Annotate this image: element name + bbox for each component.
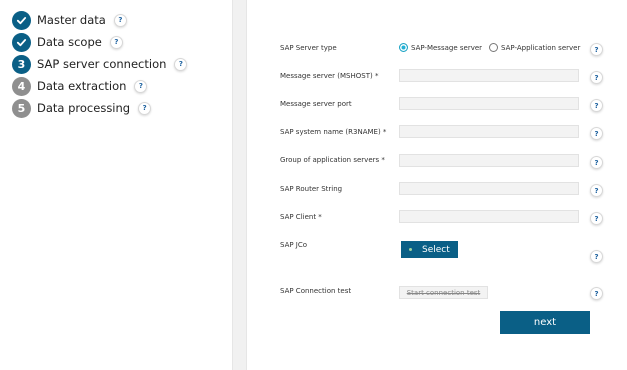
app-server-group-input[interactable] bbox=[399, 154, 579, 167]
question-mark-icon[interactable]: ? bbox=[113, 13, 127, 27]
step-label: Data scope bbox=[37, 35, 102, 49]
question-mark-icon[interactable]: ? bbox=[134, 79, 148, 93]
question-mark-icon[interactable]: ? bbox=[590, 212, 603, 225]
checkmark-icon bbox=[12, 32, 31, 52]
step-data-processing[interactable]: 5 Data processing ? bbox=[12, 98, 152, 118]
step-label: Data processing bbox=[37, 101, 131, 115]
message-server-port-input[interactable] bbox=[399, 97, 579, 110]
select-button[interactable]: Select bbox=[401, 241, 458, 258]
question-mark-icon[interactable]: ? bbox=[590, 127, 603, 140]
step-label: Master data bbox=[37, 13, 106, 27]
question-mark-icon[interactable]: ? bbox=[590, 184, 603, 197]
question-mark-icon[interactable]: ? bbox=[590, 156, 603, 169]
question-mark-icon[interactable]: ? bbox=[590, 99, 603, 112]
connection-test-label: SAP Connection test bbox=[280, 287, 352, 295]
connection-form: SAP Server type SAP-Message server SAP-A… bbox=[247, 0, 627, 370]
step-master-data[interactable]: Master data ? bbox=[12, 10, 127, 30]
question-mark-icon[interactable]: ? bbox=[138, 101, 152, 115]
panel-divider bbox=[233, 0, 247, 370]
question-mark-icon[interactable]: ? bbox=[590, 43, 603, 56]
server-type-radio-group: SAP-Message server SAP-Application serve… bbox=[399, 43, 587, 52]
question-mark-icon[interactable]: ? bbox=[174, 57, 188, 71]
router-string-label: SAP Router String bbox=[280, 185, 343, 193]
radio-label: SAP-Message server bbox=[411, 43, 483, 52]
step-number: 4 bbox=[12, 76, 31, 96]
start-connection-test-button[interactable]: Start connection test bbox=[399, 286, 488, 299]
step-data-scope[interactable]: Data scope ? bbox=[12, 32, 123, 52]
step-number: 5 bbox=[12, 98, 31, 118]
app-server-group-label: Group of application servers * bbox=[280, 156, 385, 164]
step-number: 3 bbox=[12, 54, 31, 74]
mshost-input[interactable] bbox=[399, 69, 579, 82]
sap-client-input[interactable] bbox=[399, 210, 579, 223]
step-label: SAP server connection bbox=[37, 57, 167, 71]
step-sap-server-connection[interactable]: 3 SAP server connection ? bbox=[12, 54, 188, 74]
question-mark-icon[interactable]: ? bbox=[590, 71, 603, 84]
question-mark-icon[interactable]: ? bbox=[109, 35, 123, 49]
jco-label: SAP JCo bbox=[280, 241, 308, 249]
r3name-input[interactable] bbox=[399, 125, 579, 138]
wizard-sidebar: Master data ? Data scope ? 3 SAP server … bbox=[0, 0, 233, 370]
sap-client-label: SAP Client * bbox=[280, 213, 322, 221]
radio-message-server[interactable] bbox=[399, 43, 408, 52]
next-button[interactable]: next bbox=[500, 311, 590, 334]
server-type-label: SAP Server type bbox=[280, 44, 337, 52]
step-data-extraction[interactable]: 4 Data extraction ? bbox=[12, 76, 148, 96]
radio-application-server[interactable] bbox=[489, 43, 499, 52]
question-mark-icon[interactable]: ? bbox=[590, 250, 603, 263]
status-dot-icon bbox=[409, 248, 412, 251]
question-mark-icon[interactable]: ? bbox=[590, 287, 603, 300]
step-label: Data extraction bbox=[37, 79, 127, 93]
select-button-label: Select bbox=[422, 244, 450, 255]
radio-label: SAP-Application server bbox=[501, 43, 581, 52]
router-string-input[interactable] bbox=[399, 182, 579, 195]
mshost-label: Message server (MSHOST) * bbox=[280, 72, 379, 80]
message-server-port-label: Message server port bbox=[280, 100, 352, 108]
checkmark-icon bbox=[12, 10, 31, 30]
r3name-label: SAP system name (R3NAME) * bbox=[280, 128, 387, 136]
